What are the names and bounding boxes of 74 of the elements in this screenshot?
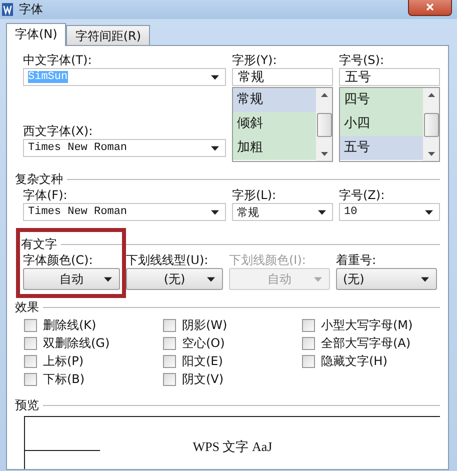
font-dropdown[interactable]: Times New Roman: [23, 203, 226, 221]
caret-icon: [314, 277, 322, 282]
scrollbar[interactable]: [316, 88, 332, 161]
dropdown-button[interactable]: 自动: [23, 268, 120, 290]
list-item[interactable]: 加粗: [233, 136, 316, 160]
font-dropdown[interactable]: Times New Roman: [23, 139, 226, 157]
caret-icon: [211, 210, 219, 214]
checkbox-label: 隐藏文字(H): [321, 352, 388, 370]
checkbox-label: 空心(O): [182, 334, 225, 352]
field-label: 字形(L):: [232, 187, 278, 203]
checkbox[interactable]: [302, 318, 315, 332]
arrow-down-icon[interactable]: [428, 152, 434, 156]
checkbox[interactable]: [24, 318, 37, 332]
caret-icon: [425, 210, 433, 214]
list-item[interactable]: 倾斜: [233, 112, 316, 136]
scrollbar[interactable]: [423, 88, 439, 161]
checkbox[interactable]: [163, 372, 176, 386]
close-button[interactable]: [408, 0, 452, 16]
list-item[interactable]: 五号: [340, 136, 423, 160]
field-label: 西文字体(X):: [23, 123, 94, 139]
checkbox-label: 下标(B): [43, 370, 85, 388]
checkbox[interactable]: [302, 336, 315, 350]
section-title: 效果: [15, 298, 39, 316]
caret-icon: [421, 277, 429, 282]
checkbox[interactable]: [24, 354, 37, 368]
field-label: 字体颜色(C):: [23, 252, 94, 268]
checkbox-label: 阴文(V): [182, 370, 224, 388]
checkbox-label: 阴影(W): [182, 316, 228, 334]
checkbox[interactable]: [163, 354, 176, 368]
list-item[interactable]: 小四: [340, 112, 423, 136]
checkbox-label: 全部大写字母(A): [321, 334, 411, 352]
arrow-up-icon[interactable]: [320, 93, 328, 97]
preview-text: WPS 文字 AaJ: [192, 438, 272, 456]
caret-icon: [207, 277, 215, 282]
checkbox-label: 阳文(E): [182, 352, 223, 370]
tab[interactable]: 字体(N): [6, 23, 66, 46]
checkbox[interactable]: [163, 318, 176, 332]
checkbox-label: 双删除线(G): [43, 334, 110, 352]
font-dropdown[interactable]: 常规: [232, 203, 333, 221]
field-label: 下划线线型(U):: [126, 252, 210, 268]
field-label: 字形(Y):: [232, 52, 278, 68]
text-field[interactable]: 五号: [339, 68, 440, 86]
arrow-down-icon[interactable]: [320, 152, 328, 156]
tab[interactable]: 字符间距(R): [66, 25, 150, 45]
document-icon: [2, 3, 13, 16]
checkbox[interactable]: [302, 354, 315, 368]
caret-icon: [104, 277, 112, 282]
field-label: 中文字体(T):: [23, 52, 93, 68]
arrow-up-icon[interactable]: [428, 93, 434, 97]
dropdown-button[interactable]: (无): [336, 268, 437, 290]
section-title: 有文字: [21, 236, 57, 252]
text-field[interactable]: 常规: [232, 68, 333, 86]
caret-icon: [211, 146, 219, 150]
checkbox[interactable]: [163, 336, 176, 350]
caret-icon: [318, 210, 326, 214]
font-dropdown[interactable]: 10: [339, 203, 440, 221]
caret-icon: [211, 74, 219, 80]
field-label: 字体(F):: [23, 187, 68, 203]
checkbox-label: 删除线(K): [43, 316, 96, 334]
field-label: 字号(Z):: [339, 187, 386, 203]
checkbox-label: 小型大写字母(M): [321, 316, 413, 334]
list-item[interactable]: 常规: [233, 88, 316, 112]
list-item[interactable]: 四号: [340, 88, 423, 112]
field-label: 字号(S):: [339, 52, 386, 68]
field-label: 着重号:: [336, 252, 378, 268]
dropdown-button[interactable]: (无): [126, 268, 223, 290]
window-title: 字体: [19, 1, 43, 18]
checkbox[interactable]: [24, 372, 37, 386]
section-title: 预览: [15, 396, 39, 414]
checkbox-label: 上标(P): [43, 352, 84, 370]
field-label: 下划线颜色(I):: [229, 252, 307, 268]
checkbox[interactable]: [24, 336, 37, 350]
close-icon: [425, 2, 435, 10]
section-title: 复杂文种: [15, 170, 63, 188]
